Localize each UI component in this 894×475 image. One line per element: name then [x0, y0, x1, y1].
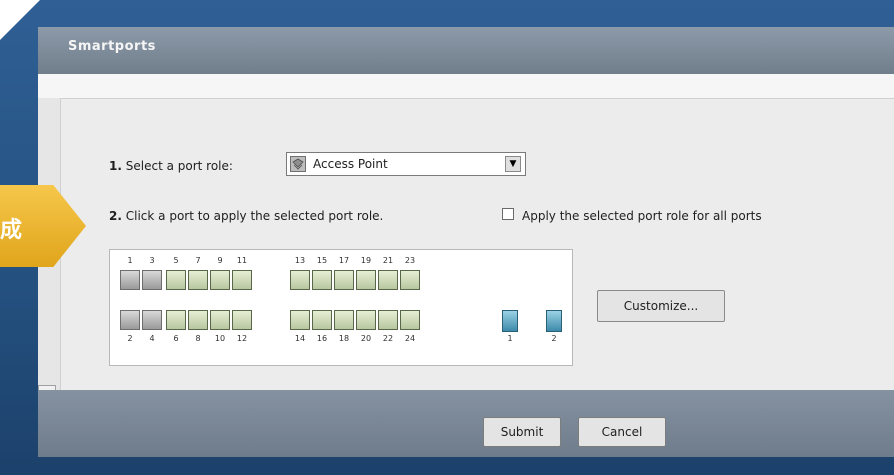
port-number-label: 19 — [360, 256, 372, 265]
port-icon[interactable] — [188, 310, 208, 330]
port-number-label: 14 — [294, 334, 306, 343]
port-icon[interactable] — [378, 270, 398, 290]
port-icon[interactable] — [334, 270, 354, 290]
port-number-label: 13 — [294, 256, 306, 265]
callout-text: 成 — [0, 218, 23, 243]
port-number-label: 17 — [338, 256, 350, 265]
port-number-label: 6 — [173, 334, 179, 343]
port-number-label: 3 — [149, 256, 155, 265]
apply-all-checkbox[interactable] — [502, 208, 514, 220]
title-bar: Smartports — [38, 27, 894, 74]
port-number-label: 8 — [195, 334, 201, 343]
smartports-window: Smartports 1. Select a port role: Access… — [38, 27, 894, 457]
customize-button[interactable]: Customize... — [597, 290, 725, 322]
port-number-label: 24 — [404, 334, 416, 343]
port-icon[interactable] — [334, 310, 354, 330]
uplink-number-label: 2 — [551, 334, 557, 343]
step-1-label: Select a port role: — [125, 159, 233, 173]
port-icon[interactable] — [188, 270, 208, 290]
port-number-label: 22 — [382, 334, 394, 343]
port-icon[interactable] — [232, 270, 252, 290]
uplink-port-icon[interactable] — [502, 310, 518, 332]
footer-bar — [38, 390, 894, 457]
port-role-select[interactable]: Access Point ▼ — [286, 152, 526, 176]
port-icon[interactable] — [210, 270, 230, 290]
port-number-label: 4 — [149, 334, 155, 343]
port-number-label: 23 — [404, 256, 416, 265]
port-icon[interactable] — [142, 310, 162, 330]
port-icon[interactable] — [120, 310, 140, 330]
port-icon[interactable] — [210, 310, 230, 330]
port-number-label: 7 — [195, 256, 201, 265]
port-number-label: 2 — [127, 334, 133, 343]
port-icon[interactable] — [166, 310, 186, 330]
port-panel: 1 3 5 7 9 11 13 15 17 19 21 23 2 4 6 8 10 12 14 16 18 20 22 24 1… — [109, 249, 573, 366]
port-number-label: 11 — [236, 256, 248, 265]
header-strip — [38, 74, 894, 98]
port-icon[interactable] — [312, 310, 332, 330]
port-icon[interactable] — [400, 270, 420, 290]
port-icon[interactable] — [120, 270, 140, 290]
port-icon[interactable] — [378, 310, 398, 330]
port-number-label: 12 — [236, 334, 248, 343]
port-icon[interactable] — [166, 270, 186, 290]
port-number-label: 21 — [382, 256, 394, 265]
port-number-label: 18 — [338, 334, 350, 343]
port-number-label: 16 — [316, 334, 328, 343]
step-1-number: 1. — [109, 159, 122, 173]
submit-button[interactable]: Submit — [483, 417, 561, 447]
port-icon[interactable] — [142, 270, 162, 290]
step-2-label: Click a port to apply the selected port … — [125, 209, 384, 223]
port-number-label: 10 — [214, 334, 226, 343]
cancel-button[interactable]: Cancel — [578, 417, 666, 447]
port-icon[interactable] — [400, 310, 420, 330]
port-number-label: 15 — [316, 256, 328, 265]
window-title: Smartports — [68, 39, 156, 54]
step-2-row: 2. Click a port to apply the selected po… — [109, 209, 383, 223]
uplink-port-icon[interactable] — [546, 310, 562, 332]
apply-all-label: Apply the selected port role for all por… — [522, 209, 762, 223]
port-icon[interactable] — [290, 310, 310, 330]
port-icon[interactable] — [290, 270, 310, 290]
uplink-number-label: 1 — [507, 334, 513, 343]
port-number-label: 20 — [360, 334, 372, 343]
content-panel: 1. Select a port role: Access Point ▼ 2.… — [60, 98, 894, 393]
access-point-icon — [290, 156, 306, 172]
step-1-row: 1. Select a port role: — [109, 159, 233, 173]
port-number-label: 9 — [217, 256, 223, 265]
port-number-label: 5 — [173, 256, 179, 265]
port-number-label: 1 — [127, 256, 133, 265]
port-icon[interactable] — [232, 310, 252, 330]
port-icon[interactable] — [312, 270, 332, 290]
selected-role-text: Access Point — [313, 157, 388, 171]
chevron-down-icon[interactable]: ▼ — [505, 156, 521, 172]
port-icon[interactable] — [356, 270, 376, 290]
port-icon[interactable] — [356, 310, 376, 330]
step-2-number: 2. — [109, 209, 122, 223]
